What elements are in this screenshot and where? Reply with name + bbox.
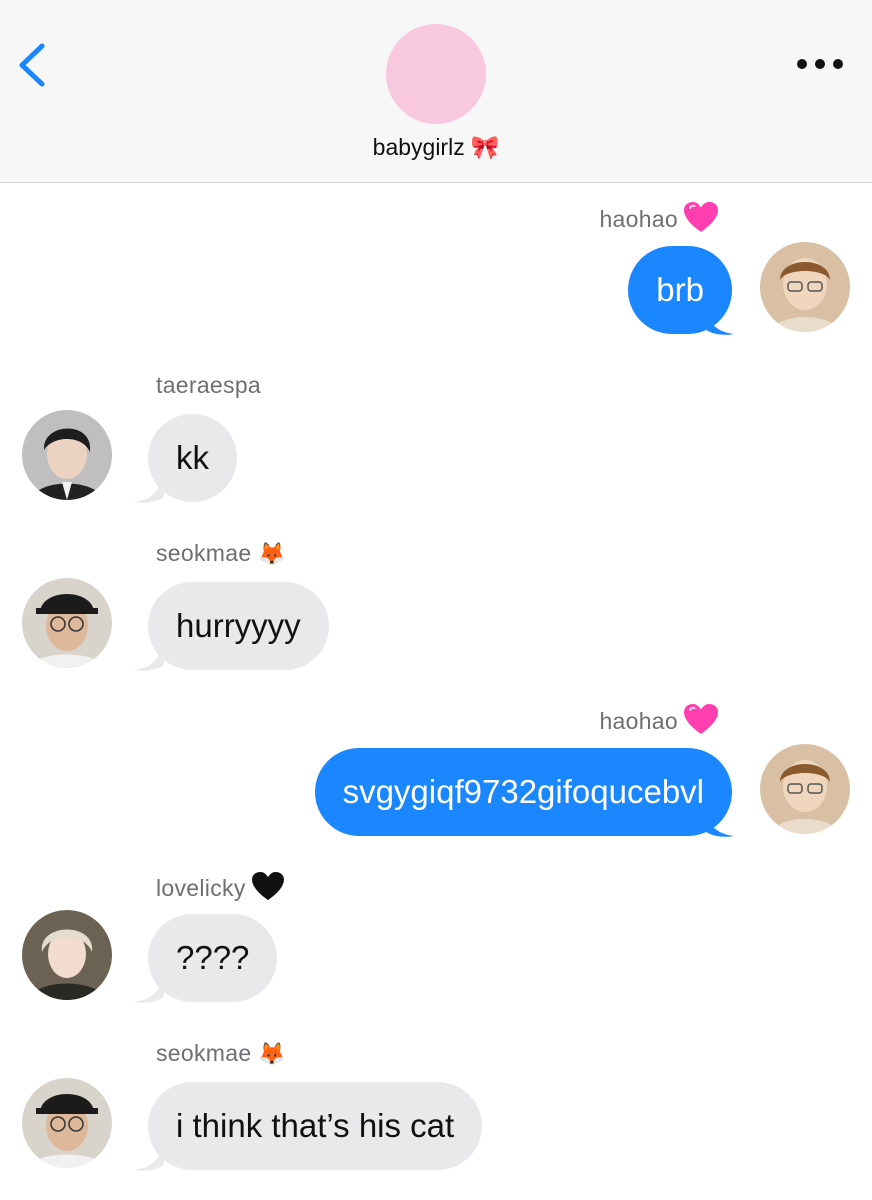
sender-label: seokmae xyxy=(156,1040,252,1066)
message-bubble[interactable]: hurryyyy xyxy=(148,582,329,670)
more-options-button[interactable] xyxy=(794,50,846,78)
avatar[interactable] xyxy=(22,410,112,500)
fox-icon: 🦊 xyxy=(258,541,286,566)
sender-name: taeraespa xyxy=(156,372,261,399)
group-name-label: babygirlz xyxy=(372,134,465,160)
message-bubble[interactable]: svgygiqf9732gifoqucebvl xyxy=(314,748,732,836)
sender-label: haohao xyxy=(599,206,678,233)
group-avatar[interactable] xyxy=(386,24,486,124)
message-bubble[interactable]: brb xyxy=(628,246,732,334)
sender-name: seokmae 🦊 xyxy=(156,1040,286,1067)
sender-name: seokmae 🦊 xyxy=(156,540,286,567)
sender-label: taeraespa xyxy=(156,372,261,398)
sender-name: lovelicky xyxy=(156,872,284,908)
group-name-button[interactable]: babygirlz 🎀 xyxy=(0,134,872,161)
ellipsis-icon xyxy=(797,59,843,69)
message-bubble[interactable]: ???? xyxy=(148,914,278,1002)
avatar[interactable] xyxy=(22,578,112,668)
sender-label: seokmae xyxy=(156,540,252,566)
avatar[interactable] xyxy=(760,242,850,332)
sender-name: haohao xyxy=(599,202,718,240)
back-button[interactable] xyxy=(14,40,54,90)
sender-name: haohao xyxy=(599,704,718,742)
message-feed[interactable]: haohao brb taeraespa kk seokmae 🦊 hurryy… xyxy=(0,184,872,1200)
message-bubble[interactable]: kk xyxy=(148,414,237,502)
conversation-header: babygirlz 🎀 xyxy=(0,0,872,183)
fox-icon: 🦊 xyxy=(258,1041,286,1066)
sender-label: haohao xyxy=(599,708,678,735)
bow-icon: 🎀 xyxy=(470,134,500,160)
avatar[interactable] xyxy=(760,744,850,834)
chevron-left-icon xyxy=(19,43,45,87)
black-heart-icon xyxy=(251,872,284,908)
sender-label: lovelicky xyxy=(156,875,246,902)
pink-heart-icon xyxy=(684,704,718,742)
avatar[interactable] xyxy=(22,910,112,1000)
pink-heart-icon xyxy=(684,202,718,240)
avatar[interactable] xyxy=(22,1078,112,1168)
message-bubble[interactable]: i think that’s his cat xyxy=(148,1082,483,1170)
